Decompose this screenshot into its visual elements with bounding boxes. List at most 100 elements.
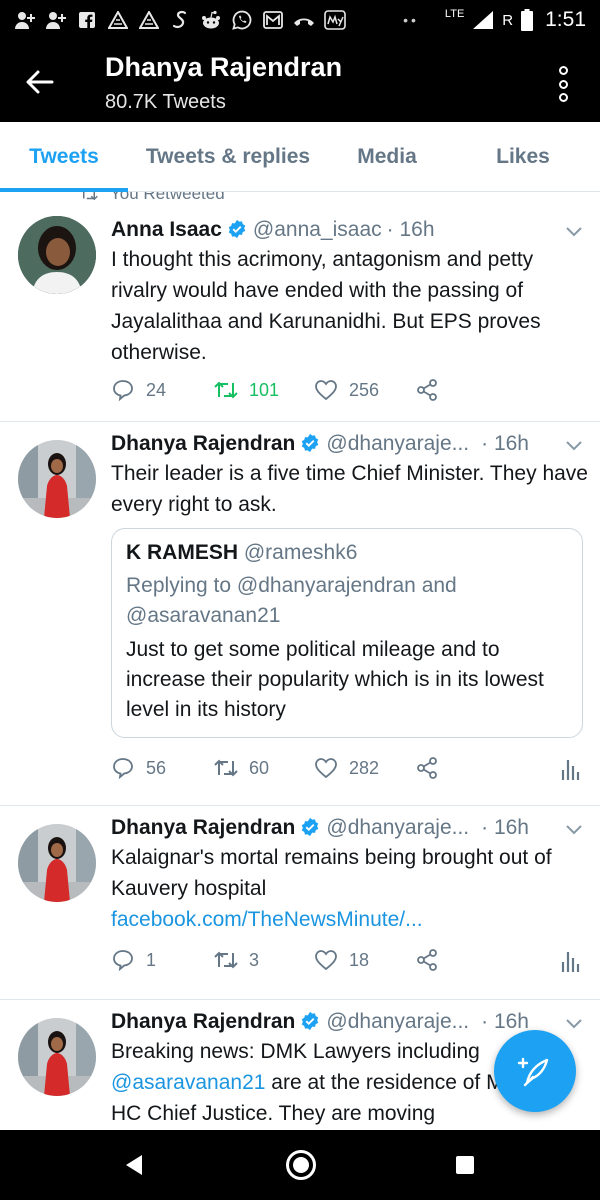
tweet[interactable]: Dhanya Rajendran @dhanyaraje... · 16h Ka… [0,806,600,1000]
author-name[interactable]: Dhanya Rajendran [111,1010,295,1034]
reply-button[interactable]: 56 [111,756,166,780]
whatsapp-icon [231,9,253,31]
author-name[interactable]: Anna Isaac [111,218,222,242]
script-s-icon [169,9,191,31]
reply-count: 56 [146,757,167,778]
like-button[interactable]: 18 [314,948,369,972]
retweet-button[interactable]: 101 [214,378,279,402]
replying-to-label: Replying to [126,574,232,597]
chevron-down-icon[interactable] [565,440,583,452]
tweet-text-body: Breaking news: DMK Lawyers including [111,1040,480,1063]
tweet-actions: 1 3 18 [111,948,581,976]
compose-tweet-button[interactable] [494,1030,576,1112]
share-button[interactable] [415,378,439,402]
tweet-count: 80.7K Tweets [105,91,226,113]
verified-badge-icon [302,433,319,453]
tweet-text: Kalaignar's mortal remains being brought… [111,842,591,935]
mention-link[interactable]: @asaravanan21 [126,604,280,627]
share-icon [417,379,437,401]
tweet-link[interactable]: facebook.com/TheNewsMinute/... [111,908,423,931]
clock: 1:51 [545,8,586,31]
mention-link[interactable]: @asaravanan21 [111,1071,265,1094]
author-handle: @anna_isaac [252,218,382,241]
verified-badge-icon [302,1011,319,1031]
more-notifications-icon: •• [403,12,419,28]
chevron-down-icon[interactable] [565,226,583,238]
share-icon [417,757,437,779]
tab-tweets[interactable]: Tweets [0,122,128,192]
verified-badge-icon [302,817,319,837]
retweet-count: 3 [249,949,260,970]
retweet-icon [214,381,238,399]
retweet-icon [214,759,238,777]
heart-icon [315,950,337,971]
signal-icon [473,11,494,29]
tweet-feed[interactable]: You Retweeted Anna Isaac @anna_isaac · 1… [0,192,600,1130]
tweet-header: Dhanya Rajendran @dhanyaraje... · 16h [111,814,529,840]
retweet-button[interactable]: 60 [214,756,269,780]
notification-icons [14,9,346,31]
tweet-time: · 16h [481,1010,529,1033]
status-bar: •• LTE R 1:51 [0,0,600,40]
quoted-tweet-text: Just to get some political mileage and t… [126,638,544,721]
avatar[interactable] [18,1018,96,1096]
triangle-app-icon [107,9,129,31]
tweet-time: · 16h [386,218,435,241]
retweet-button[interactable]: 3 [214,948,259,972]
compose-feather-icon [517,1057,549,1087]
tweet[interactable]: Dhanya Rajendran @dhanyaraje... · 16h Th… [0,422,600,806]
author-name[interactable]: Dhanya Rajendran [111,816,295,840]
nav-recents-button[interactable] [456,1156,474,1174]
reply-button[interactable]: 1 [111,948,156,972]
analytics-icon[interactable] [560,950,580,972]
network-type: LTE [444,8,465,20]
overflow-menu-button[interactable] [552,66,574,102]
chevron-down-icon[interactable] [565,1018,583,1030]
like-count: 282 [349,757,380,778]
tab-likes[interactable]: Likes [446,122,600,191]
retweet-count: 101 [249,379,280,400]
author-handle: @dhanyaraje... [326,1010,470,1033]
share-button[interactable] [415,948,439,972]
avatar[interactable] [18,216,96,294]
nav-home-button[interactable] [286,1150,316,1180]
dot-icon [558,79,568,89]
reply-button[interactable]: 24 [111,378,166,402]
nav-back-icon[interactable] [124,1153,144,1177]
tweet-time: · 16h [481,816,529,839]
chevron-down-icon[interactable] [565,824,583,836]
author-name[interactable]: Dhanya Rajendran [111,432,295,456]
missed-call-icon [293,9,315,31]
tweet[interactable]: Anna Isaac @anna_isaac · 16h I thought t… [0,192,600,422]
back-button[interactable] [22,64,58,100]
like-button[interactable]: 282 [314,756,379,780]
tweet-text-body: Kalaignar's mortal remains being brought… [111,846,552,900]
tab-tweets-replies[interactable]: Tweets & replies [128,122,328,191]
like-button[interactable]: 256 [314,378,379,402]
avatar[interactable] [18,440,96,518]
like-count: 256 [349,379,380,400]
battery-icon [521,9,534,31]
profile-header: Dhanya Rajendran 80.7K Tweets [0,40,600,122]
back-arrow-icon [26,70,54,94]
tweet-header: Dhanya Rajendran @dhanyaraje... · 16h [111,1008,529,1034]
quoted-tweet[interactable]: K RAMESH @rameshk6 Replying to @dhanyara… [111,528,583,738]
heart-icon [315,758,337,779]
dot-icon [558,66,568,75]
profile-tabs: Tweets Tweets & replies Media Likes [0,122,600,192]
analytics-icon[interactable] [560,758,580,780]
facebook-icon [76,9,98,31]
retweet-count: 60 [249,757,270,778]
mention-link[interactable]: @dhanyarajendran [237,574,416,597]
share-button[interactable] [415,756,439,780]
tweet-actions: 56 60 282 [111,756,581,784]
myntra-icon [324,9,346,31]
reply-icon [113,950,133,972]
triangle-app-icon [138,9,160,31]
replying-to: Replying to @dhanyarajendran and @asarav… [126,571,568,631]
tab-media[interactable]: Media [328,122,446,191]
tweet-text: I thought this acrimony, antagonism and … [111,248,541,364]
quoted-tweet-header: K RAMESH @rameshk6 [126,541,568,565]
reply-count: 1 [146,949,157,970]
avatar[interactable] [18,824,96,902]
